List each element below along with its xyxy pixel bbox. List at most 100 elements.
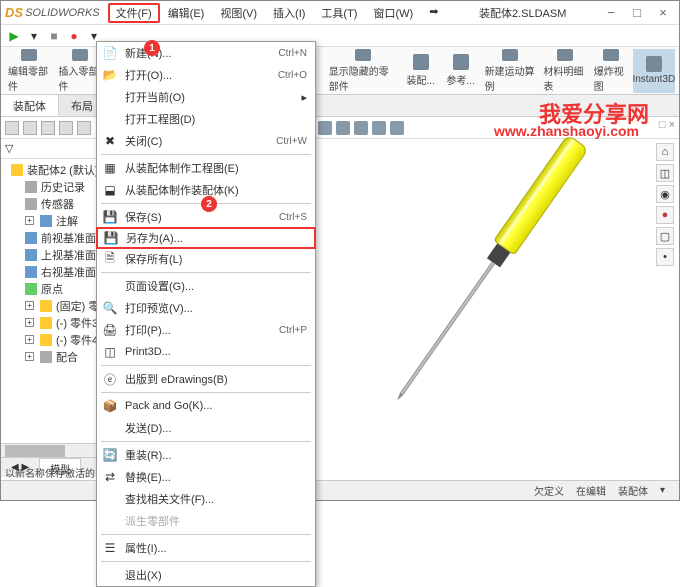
tree-tool-icon[interactable] [41, 121, 55, 135]
sensor-icon [25, 198, 37, 210]
status-definition: 欠定义 [534, 483, 564, 498]
menu-open[interactable]: 📂打开(O)...Ctrl+O [97, 64, 315, 86]
saveas-icon: 💾 [102, 230, 120, 246]
menu-exit[interactable]: 退出(X) [97, 564, 315, 586]
mates-icon [40, 351, 52, 363]
status-more[interactable]: ▾ [660, 485, 665, 496]
view-tool-icon[interactable] [390, 121, 404, 135]
menu-window[interactable]: 窗口(W) [365, 3, 421, 23]
view-tool-icon[interactable] [372, 121, 386, 135]
callout-badge-2: 2 [201, 196, 217, 212]
cube-icon[interactable]: ◫ [656, 164, 674, 182]
drawing-icon: ▦ [101, 160, 119, 176]
menu-derive[interactable]: 派生零部件 [97, 510, 315, 532]
menu-insert[interactable]: 插入(I) [265, 3, 313, 23]
dropdown-icon[interactable]: ▾ [27, 29, 41, 43]
logo-text: SOLIDWORKS [25, 7, 100, 19]
status-editing: 在编辑 [576, 483, 606, 498]
menu-properties[interactable]: ☰属性(I)... [97, 537, 315, 559]
view-icon[interactable]: ▢ [656, 227, 674, 245]
part-icon [40, 334, 52, 346]
assembly-icon: ⬓ [101, 182, 119, 198]
viewport-close-icon[interactable]: □ × [659, 119, 675, 131]
menu-edit[interactable]: 编辑(E) [160, 3, 213, 23]
tree-tool-icon[interactable] [23, 121, 37, 135]
maximize-icon[interactable]: □ [625, 4, 649, 22]
view-tool-icon[interactable] [318, 121, 332, 135]
part-icon [40, 317, 52, 329]
plane-icon [25, 232, 37, 244]
tree-tool-icon[interactable] [5, 121, 19, 135]
logo-mark: DS [5, 5, 23, 20]
preview-icon: 🔍 [101, 300, 119, 316]
right-toolbar: ⌂ ◫ ◉ ● ▢ • [656, 143, 676, 266]
menu-print3d[interactable]: ◫Print3D... [97, 341, 315, 363]
menu-open-project[interactable]: 打开工程图(D) [97, 108, 315, 130]
menu-more[interactable]: ➡ [421, 3, 446, 23]
tree-tool-icon[interactable] [59, 121, 73, 135]
menu-bar: 文件(F) 编辑(E) 视图(V) 插入(I) 工具(T) 窗口(W) ➡ [108, 3, 447, 23]
new-icon: 📄 [101, 45, 119, 61]
menu-close[interactable]: ✖关闭(C)Ctrl+W [97, 130, 315, 152]
ribbon-motion-study[interactable]: 新建运动算例 [482, 49, 539, 93]
view-tool-icon[interactable] [354, 121, 368, 135]
saveall-icon: 🗎 [101, 251, 119, 267]
ribbon-instant3d[interactable]: Instant3D [633, 49, 675, 93]
close-icon[interactable]: × [651, 4, 675, 22]
minimize-icon[interactable]: − [599, 4, 623, 22]
origin-icon [25, 283, 37, 295]
ribbon-exploded[interactable]: 爆炸视图 [591, 49, 631, 93]
menu-open-current[interactable]: 打开当前(O)▸ [97, 86, 315, 108]
menu-new[interactable]: 📄新建(N)...Ctrl+N [97, 42, 315, 64]
publish-icon: ⓔ [101, 371, 119, 387]
menu-publish[interactable]: ⓔ出版到 eDrawings(B) [97, 368, 315, 390]
close-icon: ✖ [101, 133, 119, 149]
document-title: 装配体2.SLDASM [446, 5, 599, 21]
plane-icon [25, 249, 37, 261]
ribbon-bom[interactable]: 材料明细表 [540, 49, 588, 93]
tab-assembly[interactable]: 装配体 [1, 95, 59, 116]
print-icon: 🖨 [101, 322, 119, 338]
menu-file[interactable]: 文件(F) [108, 3, 160, 23]
menu-save-all[interactable]: 🗎保存所有(L) [97, 248, 315, 270]
menu-send[interactable]: 发送(D)... [97, 417, 315, 439]
open-icon: 📂 [101, 67, 119, 83]
ribbon-reference[interactable]: 参考... [442, 49, 480, 93]
menu-packgo[interactable]: 📦Pack and Go(K)... [97, 395, 315, 417]
menu-view[interactable]: 视图(V) [212, 3, 265, 23]
annotation-icon [40, 215, 52, 227]
part-icon [40, 300, 52, 312]
ribbon-assembly[interactable]: 装配... [402, 49, 440, 93]
view-icon[interactable]: ● [656, 206, 674, 224]
ribbon-show-hidden[interactable]: 显示隐藏的零部件 [326, 49, 400, 93]
menu-save-as[interactable]: 💾另存为(A)... [96, 227, 316, 249]
stop-icon[interactable]: ■ [47, 29, 61, 43]
pack-icon: 📦 [101, 398, 119, 414]
menu-make-drawing[interactable]: ▦从装配体制作工程图(E) [97, 157, 315, 179]
ribbon-edit-component[interactable]: 编辑零部件 [5, 49, 53, 93]
view-icon[interactable]: ◉ [656, 185, 674, 203]
save-icon: 💾 [101, 209, 119, 225]
watermark-url: www.zhanshaoyi.com [494, 123, 639, 139]
menu-tools[interactable]: 工具(T) [313, 3, 365, 23]
menu-find-refs[interactable]: 查找相关文件(F)... [97, 488, 315, 510]
properties-icon: ☰ [101, 540, 119, 556]
tree-tool-icon[interactable] [77, 121, 91, 135]
status-mode: 装配体 [618, 483, 648, 498]
reload-icon: 🔄 [101, 447, 119, 463]
menu-print[interactable]: 🖨打印(P)...Ctrl+P [97, 319, 315, 341]
view-tool-icon[interactable] [336, 121, 350, 135]
view-icon[interactable]: • [656, 248, 674, 266]
menu-replace[interactable]: ⇄替换(E)... [97, 466, 315, 488]
replace-icon: ⇄ [101, 469, 119, 485]
callout-badge-1: 1 [144, 40, 160, 56]
menu-page-setup[interactable]: 页面设置(G)... [97, 275, 315, 297]
record-icon[interactable]: ● [67, 29, 81, 43]
home-icon[interactable]: ⌂ [656, 143, 674, 161]
menu-reload[interactable]: 🔄重装(R)... [97, 444, 315, 466]
plane-icon [25, 266, 37, 278]
print3d-icon: ◫ [101, 344, 119, 360]
menu-print-preview[interactable]: 🔍打印预览(V)... [97, 297, 315, 319]
history-icon [25, 181, 37, 193]
play-icon[interactable]: ▶ [7, 29, 21, 43]
